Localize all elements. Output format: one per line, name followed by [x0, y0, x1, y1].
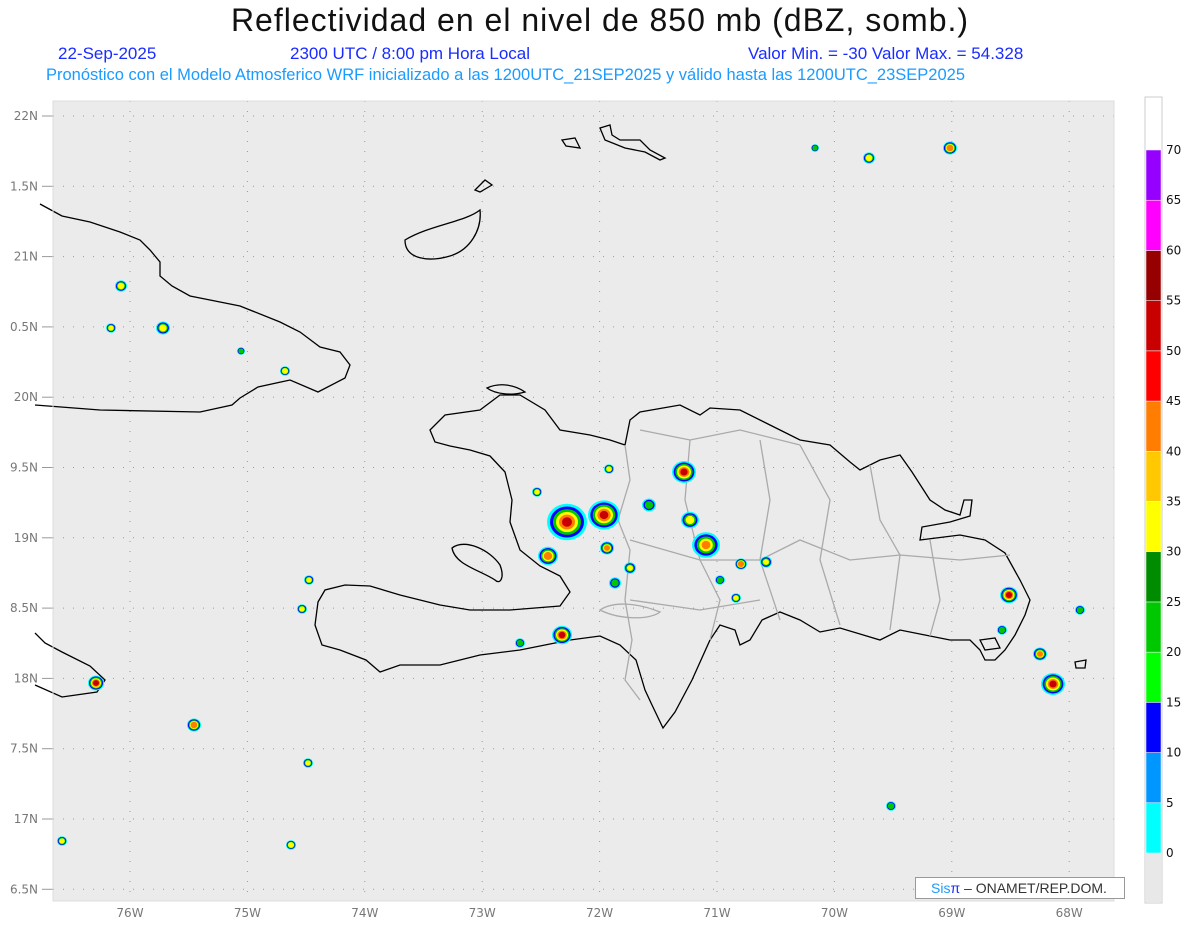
reflectivity-cell	[685, 515, 695, 525]
reflectivity-cell	[1005, 591, 1013, 599]
reflectivity-cell	[887, 802, 895, 810]
reflectivity-cell	[1076, 606, 1084, 614]
reflectivity-cell	[190, 721, 198, 729]
reflectivity-cell	[737, 561, 745, 567]
credit-box: Sisπ – ONAMET/REP.DOM.	[915, 877, 1125, 899]
reflectivity-cell	[288, 842, 294, 848]
reflectivity-cell	[282, 368, 288, 374]
reflectivity-cell	[558, 631, 566, 639]
colorbar-segment	[1145, 651, 1162, 703]
colorbar-segment	[1145, 601, 1162, 653]
credit-sis: Sis	[931, 880, 951, 896]
reflectivity-cell	[644, 501, 654, 509]
colorbar-segment	[1145, 250, 1162, 301]
colorbar-label: 65	[1166, 193, 1181, 207]
colorbar-segment	[1145, 400, 1162, 452]
colorbar-segment	[1145, 451, 1162, 502]
credit-pi: π	[950, 880, 961, 896]
reflectivity-cell	[611, 579, 619, 587]
reflectivity-cell	[238, 348, 244, 354]
reflectivity-cell	[733, 595, 739, 601]
lon-label: 75W	[234, 906, 261, 920]
reflectivity-cell	[716, 576, 724, 584]
lat-label: 7.5N	[10, 742, 38, 756]
lon-label: 73W	[469, 906, 496, 920]
lon-label: 74W	[351, 906, 378, 920]
lon-label: 72W	[586, 906, 613, 920]
reflectivity-cell	[543, 552, 553, 560]
lon-label: 68W	[1056, 906, 1083, 920]
colorbar-label: 10	[1166, 746, 1181, 760]
reflectivity-cell	[305, 760, 311, 766]
reflectivity-map: 22N 1.5N 21N 0.5N 20N 9.5N 19N 8.5N 18N 7.5N 17N 6.…	[10, 96, 1181, 920]
map-background	[53, 101, 1114, 901]
lat-label: 0.5N	[10, 320, 38, 334]
lat-label: 8.5N	[10, 601, 38, 615]
colorbar-label: 25	[1166, 595, 1181, 609]
colorbar-below-zero	[1146, 853, 1161, 902]
lon-label: 70W	[821, 906, 848, 920]
reflectivity-cell	[599, 510, 609, 520]
lat-label: 1.5N	[10, 179, 38, 193]
lat-label: 9.5N	[10, 461, 38, 475]
reflectivity-cell	[516, 639, 524, 647]
colorbar-segment	[1145, 752, 1162, 804]
colorbar-label: 30	[1166, 545, 1181, 559]
lat-label: 19N	[14, 531, 38, 545]
colorbar-label: 15	[1166, 695, 1181, 709]
reflectivity-cell	[306, 577, 312, 583]
lon-label: 76W	[116, 906, 143, 920]
lat-label: 21N	[14, 250, 38, 264]
colorbar-segment	[1145, 501, 1162, 552]
reflectivity-cell	[108, 325, 114, 331]
colorbar-label: 0	[1166, 846, 1174, 860]
reflectivity-cell	[946, 144, 954, 152]
reflectivity-cell	[562, 517, 572, 527]
lat-label: 17N	[14, 812, 38, 826]
colorbar-segment	[1145, 149, 1162, 201]
reflectivity-cell	[159, 324, 167, 332]
colorbar-label: 45	[1166, 394, 1181, 408]
reflectivity-cell	[627, 565, 633, 571]
lat-label: 20N	[14, 390, 38, 404]
reflectivity-cell	[1037, 651, 1043, 657]
colorbar: 0 5 10 15 20 25 30 35 40 45 50 55 60 65 70	[1144, 96, 1181, 904]
reflectivity-cell	[763, 559, 769, 565]
lon-label: 71W	[703, 906, 730, 920]
reflectivity-cell	[865, 154, 873, 162]
lat-label: 18N	[14, 671, 38, 685]
colorbar-segment	[1145, 199, 1162, 251]
reflectivity-cell	[701, 540, 711, 550]
reflectivity-cell	[59, 838, 65, 844]
colorbar-segment	[1145, 551, 1162, 603]
reflectivity-cell	[1049, 680, 1057, 688]
reflectivity-cell	[604, 545, 610, 551]
colorbar-segment	[1145, 802, 1162, 854]
reflectivity-cell	[534, 489, 540, 495]
colorbar-label: 50	[1166, 344, 1181, 358]
lat-label: 6.5N	[10, 882, 38, 896]
colorbar-label: 5	[1166, 796, 1174, 810]
lat-label: 22N	[14, 109, 38, 123]
reflectivity-cell	[680, 468, 688, 476]
colorbar-segment	[1145, 350, 1162, 402]
colorbar-label: 35	[1166, 495, 1181, 509]
credit-text: – ONAMET/REP.DOM.	[960, 880, 1107, 896]
reflectivity-cell	[998, 626, 1006, 634]
colorbar-label: 40	[1166, 444, 1181, 458]
reflectivity-cell	[606, 466, 612, 472]
reflectivity-cell	[812, 145, 818, 151]
colorbar-segment	[1145, 702, 1162, 753]
colorbar-label: 60	[1166, 243, 1181, 257]
colorbar-segment	[1145, 300, 1162, 352]
colorbar-label: 20	[1166, 645, 1181, 659]
reflectivity-cell	[93, 680, 99, 686]
colorbar-label: 70	[1166, 143, 1181, 157]
reflectivity-cell	[299, 606, 305, 612]
reflectivity-cell	[117, 282, 125, 290]
lon-label: 69W	[938, 906, 965, 920]
colorbar-label: 55	[1166, 294, 1181, 308]
